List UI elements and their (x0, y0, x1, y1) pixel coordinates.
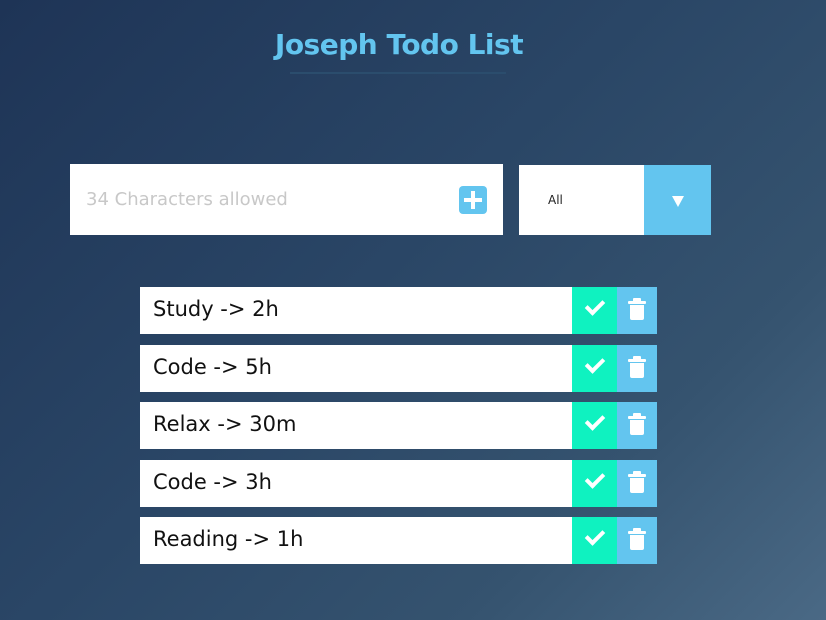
filter-select[interactable]: All (519, 165, 711, 235)
todo-input[interactable] (70, 164, 440, 235)
delete-button[interactable] (617, 287, 657, 334)
add-todo-button[interactable] (459, 186, 487, 214)
check-icon (584, 410, 606, 431)
complete-button[interactable] (572, 517, 617, 564)
check-icon (584, 467, 606, 489)
caret-down-icon (672, 196, 684, 207)
todo-item: Relax -> 30m (140, 402, 657, 449)
filter-dropdown-button[interactable] (644, 165, 711, 235)
todo-form (70, 164, 503, 235)
delete-button[interactable] (617, 459, 657, 507)
todo-item: Code -> 5h (140, 344, 657, 392)
delete-button[interactable] (617, 402, 657, 449)
todo-text: Code -> 5h (153, 354, 272, 379)
complete-button[interactable] (572, 402, 617, 449)
check-icon (584, 295, 606, 316)
todo-text: Code -> 3h (153, 469, 272, 494)
complete-button[interactable] (572, 344, 617, 392)
complete-button[interactable] (572, 459, 617, 507)
title-underline (290, 72, 506, 74)
page-title: Joseph Todo List (274, 28, 524, 61)
filter-selected-value: All (548, 193, 563, 207)
todo-text: Relax -> 30m (153, 412, 297, 436)
todo-text: Study -> 2h (153, 297, 279, 321)
todo-item: Reading -> 1h (140, 517, 657, 564)
todo-item: Code -> 3h (140, 459, 657, 507)
delete-button[interactable] (617, 517, 657, 564)
delete-button[interactable] (617, 344, 657, 392)
complete-button[interactable] (572, 287, 617, 334)
check-icon (584, 352, 606, 374)
todo-text: Reading -> 1h (153, 527, 304, 551)
todo-item: Study -> 2h (140, 287, 657, 334)
check-icon (584, 525, 606, 546)
todo-list: Study -> 2h Code -> 5h Relax -> 30m Code… (140, 287, 657, 575)
